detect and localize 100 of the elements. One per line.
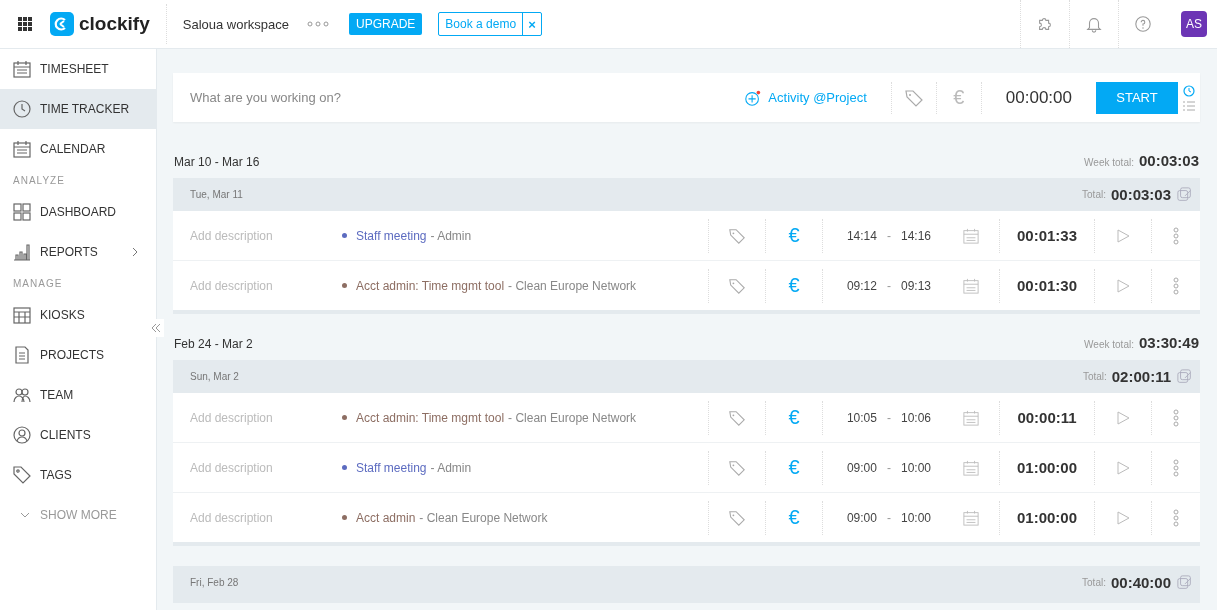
nav-item[interactable]: PROJECTS [0, 335, 156, 375]
section-heading: ANALYZE [12, 174, 66, 188]
end-time[interactable]: 10:06 [900, 410, 931, 425]
nav-item[interactable]: TAGS [0, 455, 156, 495]
help-icon[interactable] [1134, 15, 1152, 33]
calendar-icon [12, 139, 32, 159]
week-total: 03:30:49 [1138, 334, 1199, 351]
bulk-edit-icon[interactable] [1177, 186, 1193, 203]
logo-icon [50, 12, 74, 36]
project-name[interactable]: Staff meeting [356, 228, 427, 243]
nav-item[interactable]: TEAM [0, 375, 156, 415]
chevron-down-icon [20, 512, 30, 518]
nav-label: CLIENTS [40, 428, 91, 442]
start-time[interactable]: 09:00 [846, 510, 877, 525]
nav-item[interactable]: DASHBOARD [0, 192, 156, 232]
description-input[interactable]: Add description [173, 509, 342, 526]
day-date: Sun, Mar 2 [190, 371, 239, 382]
play-icon[interactable] [1116, 410, 1130, 425]
project-name[interactable]: Staff meeting [356, 460, 427, 475]
time-separator: - [886, 278, 891, 293]
start-time[interactable]: 14:14 [846, 228, 877, 243]
calendar-icon [12, 59, 32, 79]
entry-duration[interactable]: 01:00:00 [999, 500, 1094, 535]
entry-duration[interactable]: 00:00:11 [999, 400, 1094, 435]
user-avatar[interactable]: AS [1181, 11, 1207, 37]
bar-chart-icon [12, 242, 32, 262]
calendar-icon[interactable] [963, 227, 979, 244]
time-separator: - [886, 228, 891, 243]
end-time[interactable]: 14:16 [900, 228, 931, 243]
entry-duration[interactable]: 00:01:30 [999, 268, 1094, 303]
project-name[interactable]: Acct admin [356, 510, 416, 525]
tag-icon[interactable] [727, 408, 746, 427]
client-name: - Clean Europe Network [508, 278, 637, 293]
start-time[interactable]: 09:00 [846, 460, 877, 475]
week-total: 00:03:03 [1138, 152, 1199, 169]
description-input[interactable]: Add description [173, 277, 342, 294]
more-options-icon[interactable] [1173, 276, 1179, 295]
nav-label: TEAM [40, 388, 74, 402]
apps-grid-icon[interactable] [18, 17, 32, 31]
play-icon[interactable] [1116, 278, 1130, 293]
nav-label: TAGS [40, 468, 72, 482]
calendar-icon[interactable] [963, 459, 979, 476]
tag-icon[interactable] [727, 458, 746, 477]
bulk-edit-icon[interactable] [1177, 574, 1193, 591]
nav-label: KIOSKS [40, 308, 85, 322]
end-time[interactable]: 10:00 [900, 460, 931, 475]
day-total-label: Total: [1082, 189, 1106, 200]
double-chevron-left-icon [151, 323, 161, 333]
entry-duration[interactable]: 00:01:33 [999, 218, 1094, 253]
day-total: 02:00:11 [1111, 368, 1171, 385]
nav-label: CALENDAR [40, 142, 106, 156]
week-range: Feb 24 - Mar 2 [174, 337, 253, 351]
tag-icon[interactable] [903, 87, 924, 108]
calendar-icon[interactable] [963, 409, 979, 426]
more-icon[interactable] [307, 21, 329, 27]
nav-item[interactable]: KIOSKS [0, 295, 156, 335]
tag-icon[interactable] [727, 276, 746, 295]
nav-item[interactable]: CLIENTS [0, 415, 156, 455]
more-options-icon[interactable] [1173, 408, 1179, 427]
day-date: Fri, Feb 28 [190, 577, 239, 588]
nav-label: SHOW MORE [40, 508, 117, 522]
entry-duration[interactable]: 01:00:00 [999, 450, 1094, 485]
nav-label: TIMESHEET [40, 62, 109, 76]
play-icon[interactable] [1116, 510, 1130, 525]
description-input[interactable]: Add description [173, 409, 342, 426]
description-input[interactable]: What are you working on? [173, 73, 745, 122]
clock-icon[interactable] [1183, 84, 1195, 97]
week-total-label: Week total: [1084, 339, 1134, 350]
nav-item[interactable]: TIME TRACKER [0, 89, 156, 129]
more-options-icon[interactable] [1173, 458, 1179, 477]
bulk-edit-icon[interactable] [1177, 368, 1193, 385]
description-input[interactable]: Add description [173, 459, 342, 476]
nav-label: DASHBOARD [40, 205, 116, 219]
bell-icon[interactable] [1085, 15, 1103, 33]
description-input[interactable]: Add description [173, 227, 342, 244]
start-time[interactable]: 10:05 [846, 410, 877, 425]
day-total-label: Total: [1082, 577, 1106, 588]
time-tracker-bar[interactable]: What are you working on? Activity @Project € 00:00:00 START [173, 73, 1200, 122]
puzzle-icon[interactable] [1036, 15, 1054, 33]
play-icon[interactable] [1116, 460, 1130, 475]
list-icon[interactable] [1183, 100, 1195, 111]
tag-icon[interactable] [727, 508, 746, 527]
more-options-icon[interactable] [1173, 226, 1179, 245]
nav-item[interactable]: REPORTS [0, 232, 156, 272]
start-time[interactable]: 09:12 [846, 278, 877, 293]
nav-item[interactable]: CALENDAR [0, 129, 156, 169]
play-icon[interactable] [1116, 228, 1130, 243]
project-label: Activity @Project [768, 90, 867, 105]
project-name[interactable]: Acct admin: Time mgmt tool [356, 410, 505, 425]
more-options-icon[interactable] [1173, 508, 1179, 527]
end-time[interactable]: 10:00 [900, 510, 931, 525]
week-total-label: Week total: [1084, 157, 1134, 168]
nav-item[interactable]: TIMESHEET [0, 49, 156, 89]
calendar-icon[interactable] [963, 509, 979, 526]
grid-icon [12, 305, 32, 325]
calendar-icon[interactable] [963, 277, 979, 294]
end-time[interactable]: 09:13 [900, 278, 931, 293]
tag-icon[interactable] [727, 226, 746, 245]
project-name[interactable]: Acct admin: Time mgmt tool [356, 278, 505, 293]
workspace-name[interactable]: Saloua workspace [182, 16, 289, 32]
